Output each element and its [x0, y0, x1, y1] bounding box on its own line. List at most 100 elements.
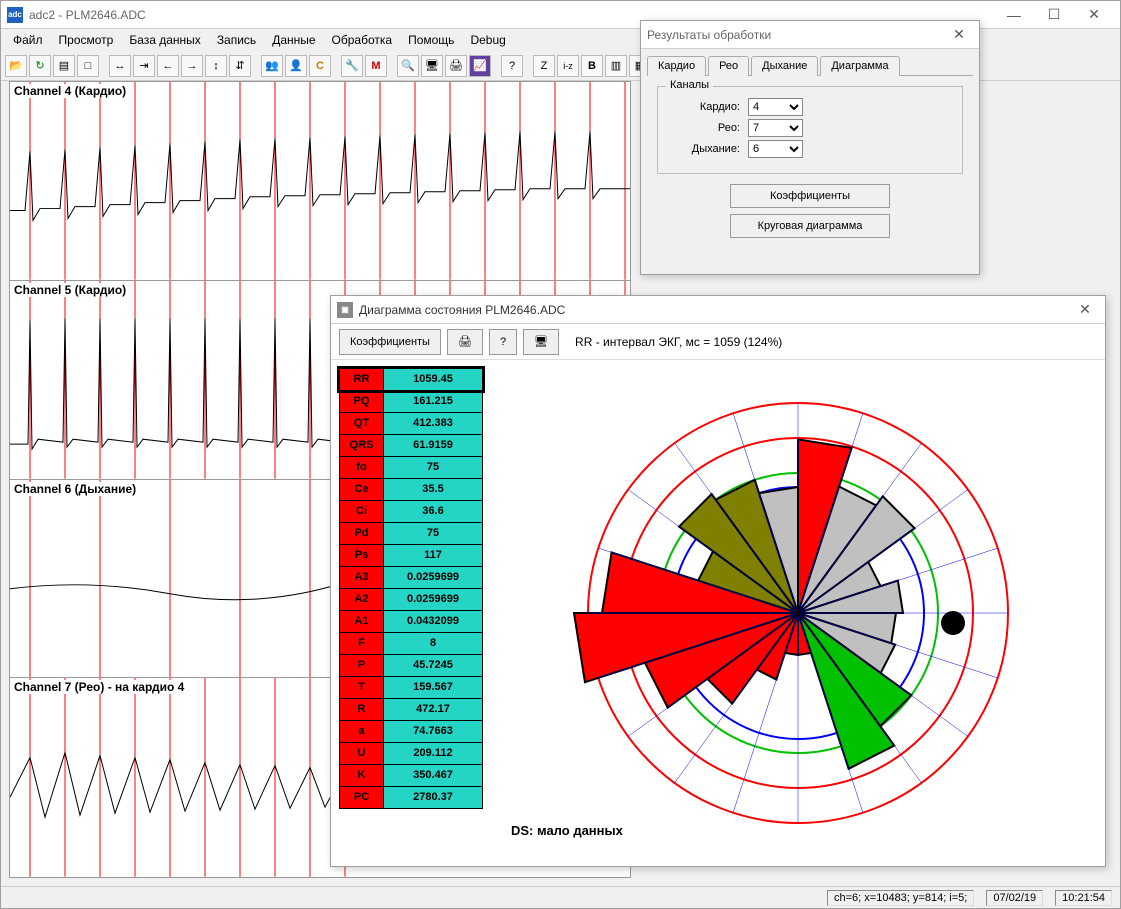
diagram-close-button[interactable]: ✕ — [1071, 297, 1099, 323]
param-row-T[interactable]: T159.567 — [339, 676, 483, 699]
param-row-F[interactable]: F8 — [339, 632, 483, 655]
param-val: 0.0259699 — [384, 567, 482, 588]
param-val: 0.0432099 — [384, 611, 482, 632]
param-row-Pd[interactable]: Pd75 — [339, 522, 483, 545]
status-date: 07/02/19 — [986, 890, 1043, 906]
menu-debug[interactable]: Debug — [462, 31, 513, 49]
menu-file[interactable]: Файл — [5, 31, 51, 49]
pie-button[interactable]: Круговая диаграмма — [730, 214, 890, 238]
db-icon[interactable]: ▤ — [53, 55, 75, 77]
print-icon[interactable]: 🖨 — [445, 55, 467, 77]
param-row-A2[interactable]: A20.0259699 — [339, 588, 483, 611]
graph-icon[interactable]: 📈 — [469, 55, 491, 77]
param-val: 0.0259699 — [384, 589, 482, 610]
param-val: 472.17 — [384, 699, 482, 720]
app-icon: adc — [7, 7, 23, 23]
cardio-label: Кардио: — [670, 101, 740, 113]
param-row-A3[interactable]: A30.0259699 — [339, 566, 483, 589]
c-icon[interactable]: C — [309, 55, 331, 77]
param-row-K[interactable]: K350.467 — [339, 764, 483, 787]
bars-icon[interactable]: ▥ — [605, 55, 627, 77]
param-row-a[interactable]: a74.7663 — [339, 720, 483, 743]
zoom-icon[interactable]: 🔍 — [397, 55, 419, 77]
param-val: 159.567 — [384, 677, 482, 698]
hscroll-icon[interactable]: ↔ — [109, 55, 131, 77]
wrench-icon[interactable]: 🔧 — [341, 55, 363, 77]
diagram-toolbar: Коэффициенты 🖨 ? 🖥 RR - интервал ЭКГ, мс… — [331, 324, 1105, 360]
param-key: QT — [340, 413, 384, 434]
diag-export-icon[interactable]: 🖥 — [523, 329, 559, 355]
z-icon[interactable]: Z — [533, 55, 555, 77]
tab-reo[interactable]: Рео — [708, 56, 749, 76]
diag-help-icon[interactable]: ? — [489, 329, 517, 355]
param-val: 209.112 — [384, 743, 482, 764]
record-icon[interactable]: □ — [77, 55, 99, 77]
param-val: 2780.37 — [384, 787, 482, 808]
menu-db[interactable]: База данных — [121, 31, 208, 49]
close-button[interactable]: ✕ — [1074, 2, 1114, 28]
param-val: 36.6 — [384, 501, 482, 522]
param-row-PQ[interactable]: PQ161.215 — [339, 390, 483, 413]
param-val: 61.9159 — [384, 435, 482, 456]
refresh-icon[interactable]: ↻ — [29, 55, 51, 77]
results-title: Результаты обработки — [647, 28, 945, 42]
channel-6-label: Channel 6 (Дыхание) — [14, 482, 136, 496]
tab-cardio[interactable]: Кардио — [647, 56, 706, 76]
param-key: A2 — [340, 589, 384, 610]
vshrink-icon[interactable]: ⇵ — [229, 55, 251, 77]
param-row-RR[interactable]: RR1059.45 — [339, 368, 483, 391]
person-icon[interactable]: 👤 — [285, 55, 307, 77]
param-row-P[interactable]: P45.7245 — [339, 654, 483, 677]
breath-select[interactable]: 6 — [748, 140, 803, 158]
cardio-select[interactable]: 4 — [748, 98, 803, 116]
left-icon[interactable]: ← — [157, 55, 179, 77]
hshrink-icon[interactable]: ⇥ — [133, 55, 155, 77]
param-key: Ps — [340, 545, 384, 566]
iz-icon[interactable]: i-z — [557, 55, 579, 77]
monitor-icon[interactable]: 🖥 — [421, 55, 443, 77]
param-row-Ci[interactable]: Ci36.6 — [339, 500, 483, 523]
open-icon[interactable]: 📂 — [5, 55, 27, 77]
diagram-title: Диаграмма состояния PLM2646.ADC — [359, 303, 1071, 317]
channel-7-label: Channel 7 (Рео) - на кардио 4 — [14, 680, 184, 694]
menu-process[interactable]: Обработка — [324, 31, 401, 49]
menu-view[interactable]: Просмотр — [51, 31, 122, 49]
reo-select[interactable]: 7 — [748, 119, 803, 137]
param-val: 1059.45 — [384, 369, 482, 390]
param-row-QT[interactable]: QT412.383 — [339, 412, 483, 435]
param-row-QRS[interactable]: QRS61.9159 — [339, 434, 483, 457]
param-row-R[interactable]: R472.17 — [339, 698, 483, 721]
people-icon[interactable]: 👥 — [261, 55, 283, 77]
tab-breath[interactable]: Дыхание — [751, 56, 818, 76]
results-close-button[interactable]: ✕ — [945, 22, 973, 48]
param-key: T — [340, 677, 384, 698]
help-icon[interactable]: ? — [501, 55, 523, 77]
param-row-PC[interactable]: PC2780.37 — [339, 786, 483, 809]
param-val: 75 — [384, 457, 482, 478]
menu-record[interactable]: Запись — [209, 31, 264, 49]
channel-4[interactable]: Channel 4 (Кардио) — [10, 82, 630, 281]
param-row-U[interactable]: U209.112 — [339, 742, 483, 765]
vscroll-icon[interactable]: ↕ — [205, 55, 227, 77]
param-row-A1[interactable]: A10.0432099 — [339, 610, 483, 633]
menu-help[interactable]: Помощь — [400, 31, 462, 49]
param-key: fo — [340, 457, 384, 478]
minimize-button[interactable]: — — [994, 2, 1034, 28]
channel-5-label: Channel 5 (Кардио) — [14, 283, 126, 297]
b-icon[interactable]: B — [581, 55, 603, 77]
m-icon[interactable]: M — [365, 55, 387, 77]
diag-print-icon[interactable]: 🖨 — [447, 329, 483, 355]
param-key: RR — [340, 369, 384, 390]
tab-diagram[interactable]: Диаграмма — [820, 56, 899, 76]
menu-data[interactable]: Данные — [264, 31, 323, 49]
diagram-icon: ▣ — [337, 302, 353, 318]
maximize-button[interactable]: ☐ — [1034, 2, 1074, 28]
right-icon[interactable]: → — [181, 55, 203, 77]
coeff-button[interactable]: Коэффициенты — [730, 184, 890, 208]
param-row-Ce[interactable]: Ce35.5 — [339, 478, 483, 501]
diag-coeff-button[interactable]: Коэффициенты — [339, 329, 441, 355]
param-row-Ps[interactable]: Ps117 — [339, 544, 483, 567]
param-key: Ci — [340, 501, 384, 522]
param-row-fo[interactable]: fo75 — [339, 456, 483, 479]
param-key: QRS — [340, 435, 384, 456]
